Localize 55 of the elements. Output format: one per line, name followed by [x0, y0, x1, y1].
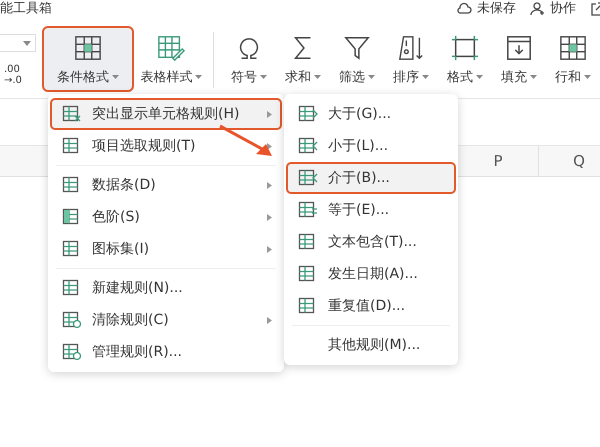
- caret-icon: [260, 75, 267, 79]
- toolbar-button[interactable]: 排序: [384, 26, 438, 92]
- menu-item[interactable]: 清除规则(C): [50, 304, 282, 336]
- menu-item[interactable]: 新建规则(N)...: [50, 272, 282, 304]
- table-rule-icon: [62, 343, 82, 361]
- caret-icon: [195, 75, 202, 79]
- share-icon[interactable]: [590, 2, 600, 16]
- menu-item[interactable]: 重复值(D)...: [286, 290, 456, 322]
- column-header[interactable]: Q: [539, 146, 600, 176]
- menu-item[interactable]: 色阶(S): [50, 201, 282, 233]
- table-rule-icon: [62, 311, 82, 329]
- menu-item[interactable]: 大于(G)...: [286, 98, 456, 130]
- menu-item[interactable]: 文本包含(T)...: [286, 226, 456, 258]
- caret-icon: [530, 75, 537, 79]
- caret-icon: [422, 75, 429, 79]
- collaborate-button[interactable]: 协作: [530, 1, 576, 17]
- caret-icon: [368, 75, 375, 79]
- menu-item[interactable]: 图标集(I): [50, 233, 282, 265]
- cloud-icon: [457, 2, 473, 16]
- decimal-button[interactable]: .00 →.0: [0, 64, 30, 86]
- menu-item[interactable]: 介于(B)...: [286, 162, 456, 194]
- menu-item[interactable]: 管理规则(R)...: [50, 336, 282, 368]
- caret-icon: [23, 40, 31, 46]
- caret-icon: [584, 75, 591, 79]
- font-size-dropdown[interactable]: [0, 34, 36, 52]
- caret-icon: [112, 75, 119, 79]
- toolbar-button[interactable]: 符号: [222, 26, 276, 92]
- table-rule-icon: [298, 201, 318, 219]
- table-rule-icon: [62, 105, 82, 123]
- toolbar-button[interactable]: 填充: [492, 26, 546, 92]
- menu-item[interactable]: 等于(E)...: [286, 194, 456, 226]
- menu-item[interactable]: 数据条(D): [50, 169, 282, 201]
- toolbar-button[interactable]: 行和: [546, 26, 600, 92]
- toolbar-button[interactable]: 格式: [438, 26, 492, 92]
- app-title: 能工具箱: [0, 1, 52, 17]
- save-status-button[interactable]: 未保存: [457, 1, 516, 17]
- menu-item[interactable]: 发生日期(A)...: [286, 258, 456, 290]
- table-rule-icon: [298, 137, 318, 155]
- table-pen-icon: [155, 34, 188, 62]
- toolbar-button[interactable]: 筛选: [330, 26, 384, 92]
- table-rule-icon: [298, 105, 318, 123]
- menu-item[interactable]: 项目选取规则(T): [50, 130, 282, 162]
- toolbar-button[interactable]: 条件格式: [42, 26, 134, 92]
- menu-item[interactable]: 突出显示单元格规则(H): [50, 98, 282, 130]
- caret-icon: [314, 75, 321, 79]
- annotation-arrow: [218, 124, 274, 158]
- caret-icon: [476, 75, 483, 79]
- table-rule-icon: [298, 169, 318, 187]
- table-icon: [557, 34, 589, 62]
- menu-item[interactable]: 小于(L)...: [286, 130, 456, 162]
- person-icon: [530, 2, 546, 16]
- toolbar-button[interactable]: 表格样式: [138, 26, 206, 92]
- border-icon: [449, 34, 481, 62]
- toolbar-button[interactable]: 求和: [276, 26, 330, 92]
- menu-item[interactable]: 其他规则(M)...: [286, 329, 456, 361]
